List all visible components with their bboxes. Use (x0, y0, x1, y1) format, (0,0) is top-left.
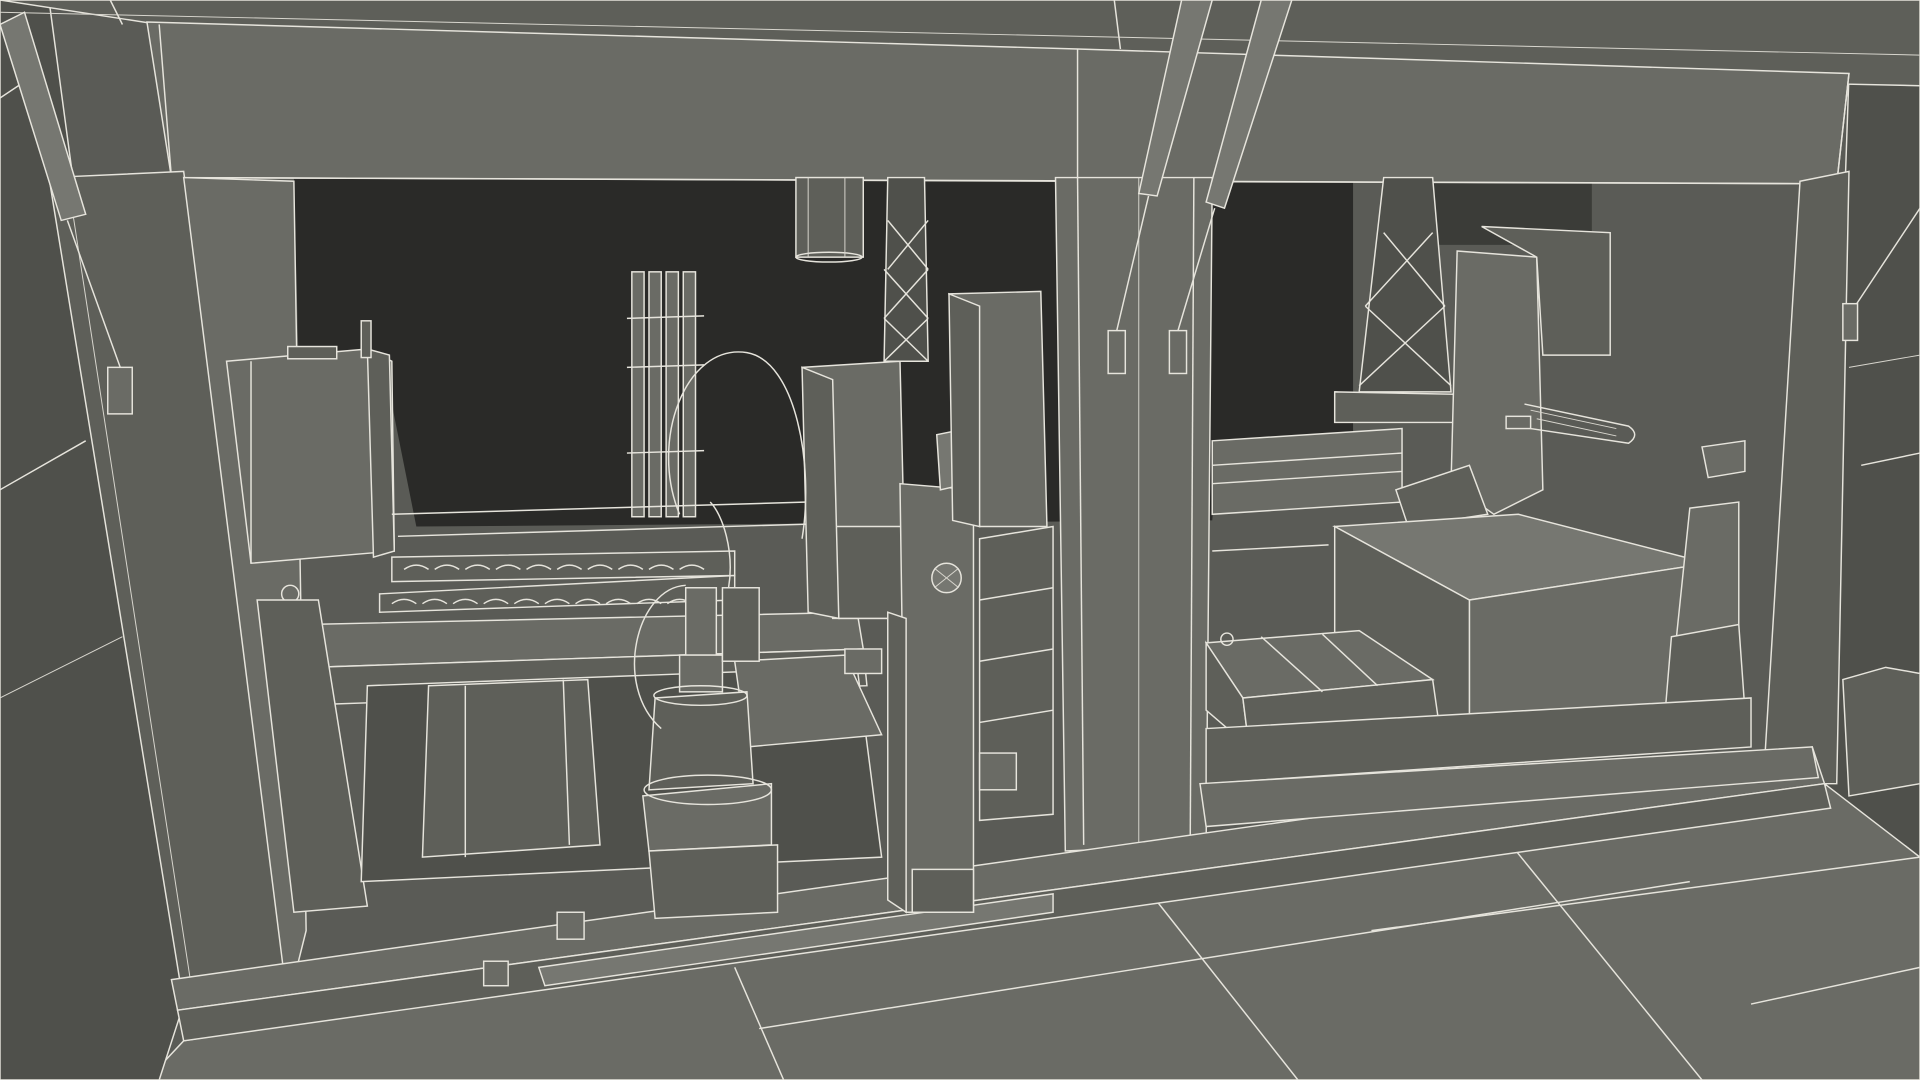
wireframe-machine-render (0, 0, 1920, 1080)
tool-rack (626, 271, 705, 518)
lattice-tower-left (883, 176, 929, 362)
top-beam (0, 0, 1920, 185)
center-trays (978, 525, 1054, 822)
lower-bed (360, 648, 883, 883)
center-pillar (1054, 176, 1213, 852)
ceiling-cylinder (795, 176, 864, 263)
render-viewport (0, 0, 1920, 1080)
